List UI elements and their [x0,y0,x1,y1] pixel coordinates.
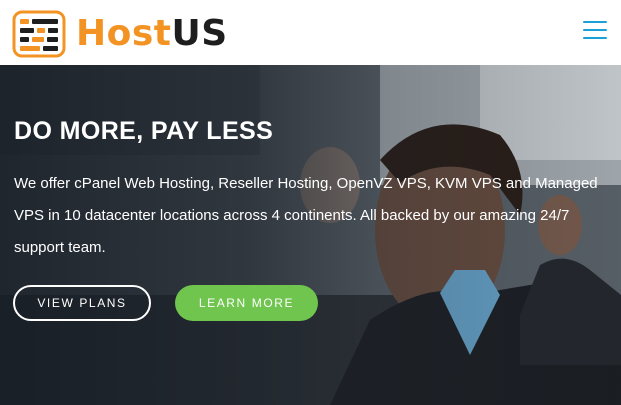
hero-banner: DO MORE, PAY LESS We offer cPanel Web Ho… [0,65,621,405]
logo-text-host: Host [76,13,172,54]
menu-bar [583,29,607,31]
menu-bar [583,21,607,23]
site-header: HostUS [0,0,621,65]
view-plans-button[interactable]: VIEW PLANS [13,285,151,321]
learn-more-button[interactable]: LEARN MORE [175,285,318,321]
logo-wordmark: HostUS [76,10,228,58]
hero-description: We offer cPanel Web Hosting, Reseller Ho… [14,175,598,256]
hostus-logo[interactable]: HostUS [12,10,228,58]
menu-bar [583,37,607,39]
hamburger-menu-icon[interactable] [583,21,607,41]
logo-text-us: US [171,13,228,54]
server-rack-logo-icon [12,10,66,58]
hero-headline: DO MORE, PAY LESS [14,117,274,145]
